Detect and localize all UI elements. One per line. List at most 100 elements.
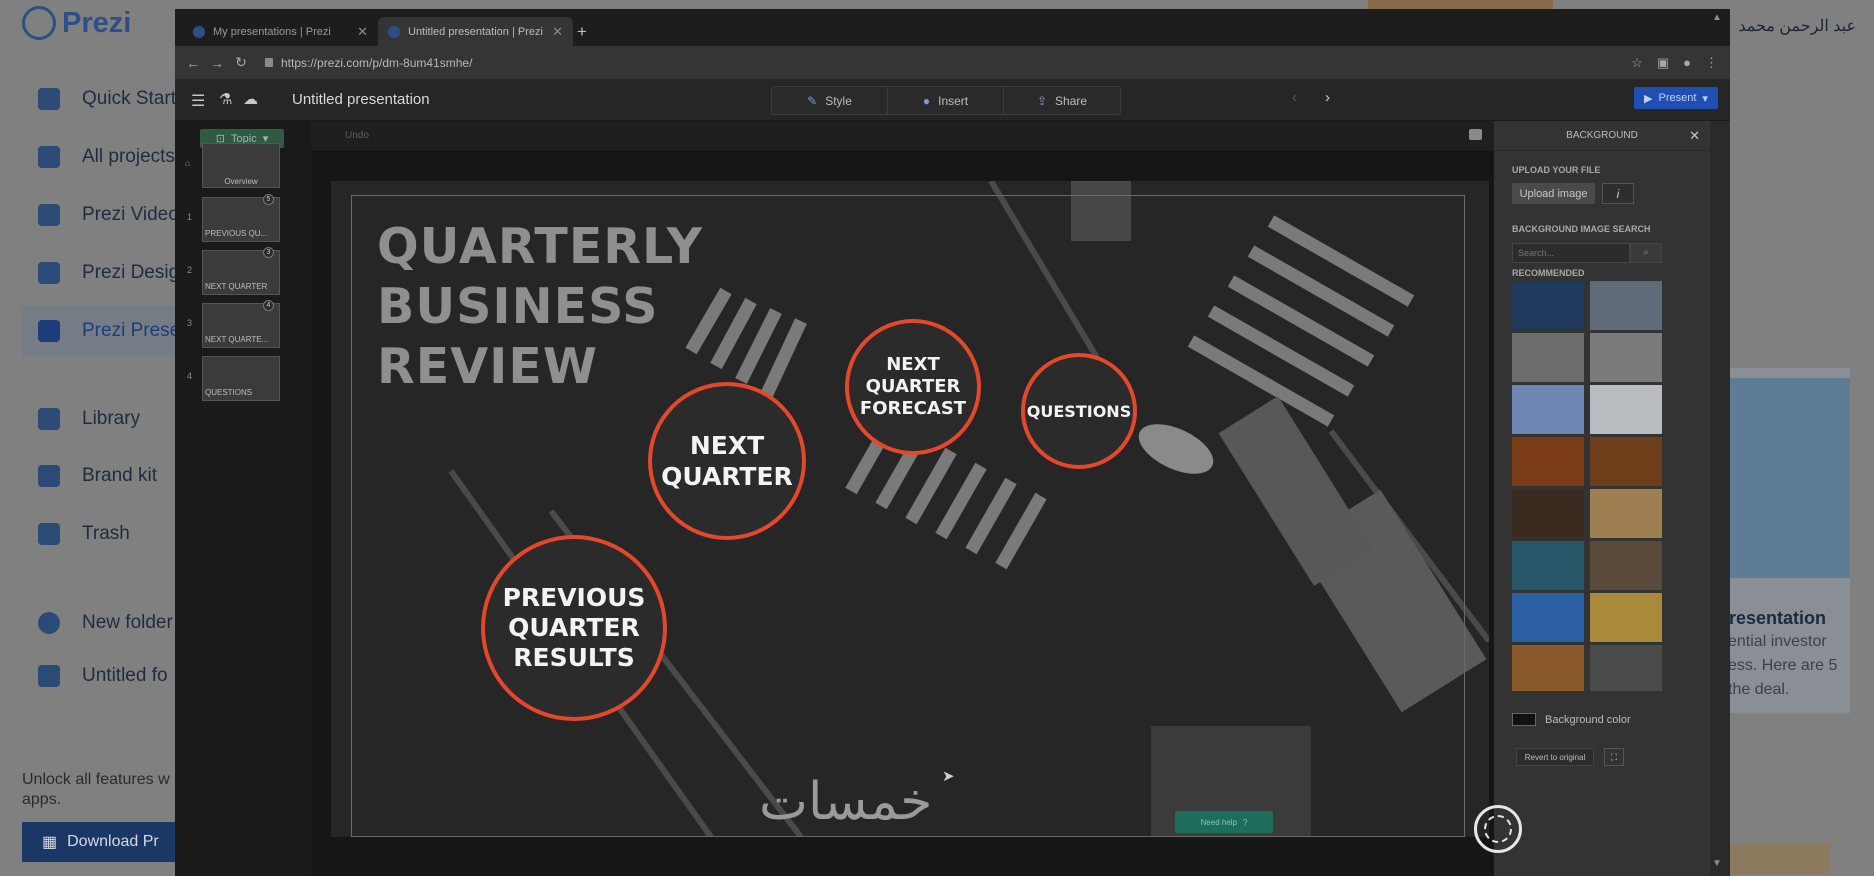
thumbnail-label: PREVIOUS QU... [205,229,268,238]
background-tile[interactable] [1590,489,1662,538]
thumbnail-2[interactable]: 3 NEXT QUARTER [202,247,280,295]
background-tile[interactable] [1512,385,1584,434]
nav-new-folder[interactable]: New folder [38,612,173,634]
scroll-up-icon[interactable]: ▲ [1712,12,1722,23]
previous-step-icon[interactable]: ‹ [1292,89,1297,106]
nav-library[interactable]: Library [38,408,140,430]
upload-image-button[interactable]: Upload image [1512,183,1595,204]
back-icon[interactable]: ← [181,55,205,71]
card-text: ential investor ess. Here are 5 the deal… [1728,633,1838,698]
tab-label: Untitled presentation | Prezi [408,25,543,38]
tab-my-presentations[interactable]: My presentations | Prezi ✕ [183,17,378,46]
background-tile[interactable] [1512,437,1584,486]
thumbnail-1[interactable]: 5 PREVIOUS QU... [202,194,280,242]
nav-prezi-video[interactable]: Prezi Video [38,204,179,226]
forward-icon[interactable]: → [205,55,229,71]
profile-icon[interactable]: ● [1683,55,1691,71]
undo-button[interactable]: Undo [345,130,369,141]
watermark-logo: خمسات [759,772,933,832]
thumbnail-3[interactable]: 4 NEXT QUARTE... [202,300,280,348]
background-tile[interactable] [1590,385,1662,434]
nav-brand-kit[interactable]: Brand kit [38,465,157,487]
download-button[interactable]: ▦ Download Pr [22,822,182,862]
slide-canvas[interactable]: QUARTERLY BUSINESS REVIEW PREVIOUS QUART… [331,181,1489,837]
upload-section-label: UPLOAD YOUR FILE [1512,165,1601,175]
nav-prezi-design[interactable]: Prezi Design [38,262,190,284]
revert-to-original-button[interactable]: Revert to original [1516,748,1594,766]
slide-title[interactable]: QUARTERLY BUSINESS REVIEW [377,217,703,397]
topic-circle-next-quarter[interactable]: NEXT QUARTER [648,382,806,540]
extension-icon[interactable]: ▣ [1657,55,1669,71]
color-swatch[interactable] [1512,713,1536,726]
play-icon: ▶ [1644,92,1653,105]
share-button[interactable]: ⇪ Share [1004,87,1120,114]
nav-prezi-present[interactable]: Prezi Prese [38,320,180,342]
nav-untitled-folder[interactable]: Untitled fo [38,665,168,687]
prezi-assistant-icon[interactable] [1474,805,1522,853]
background-tile[interactable] [1512,281,1584,330]
next-step-icon[interactable]: › [1325,89,1330,106]
flask-icon[interactable]: ⚗ [219,90,232,108]
nav-all-projects[interactable]: All projects [38,146,175,168]
thumbnail-4[interactable]: QUESTIONS [202,356,280,401]
close-icon[interactable]: ✕ [1689,128,1700,144]
help-icon: ? [1243,817,1248,827]
recommended-section-label: RECOMMENDED [1512,268,1585,278]
background-tile[interactable] [1590,541,1662,590]
topic-circle-forecast[interactable]: NEXT QUARTER FORECAST [845,319,981,455]
nav-label: Quick Start [82,88,176,109]
browser-window: My presentations | Prezi ✕ Untitled pres… [175,9,1730,876]
prezi-logo-icon [22,6,56,40]
background-tile[interactable] [1590,333,1662,382]
insert-button[interactable]: ● Insert [888,87,1004,114]
cloud-icon[interactable]: ☁ [243,90,258,108]
topic-circle-questions[interactable]: QUESTIONS [1021,353,1137,469]
undo-bar: Undo [311,121,1494,152]
star-icon[interactable]: ☆ [1631,55,1643,71]
thumbnail-label: NEXT QUARTER [205,282,268,291]
background-panel: BACKGROUND ✕ UPLOAD YOUR FILE Upload ima… [1494,121,1710,876]
brush-icon: ✎ [807,93,818,108]
title-line: REVIEW [377,338,598,395]
info-button[interactable]: i [1602,183,1634,204]
close-icon[interactable]: ✕ [552,24,563,40]
background-tile[interactable] [1512,541,1584,590]
need-help-button[interactable]: Need help ? [1175,811,1273,833]
comment-icon[interactable] [1469,129,1482,140]
background-tile[interactable] [1512,593,1584,642]
style-button[interactable]: ✎ Style [772,87,888,114]
background-color-control[interactable]: Background color [1512,713,1631,726]
background-tile[interactable] [1590,593,1662,642]
url-field[interactable]: https://prezi.com/p/dm-8um41smhe/ [265,46,472,79]
circle-line: RESULTS [513,643,635,672]
background-tile[interactable] [1512,489,1584,538]
nav-trash[interactable]: Trash [38,523,130,545]
present-button[interactable]: ▶ Present ▾ [1634,87,1718,109]
reload-icon[interactable]: ↻ [229,54,253,71]
tab-untitled-presentation[interactable]: Untitled presentation | Prezi ✕ [378,17,573,46]
tab-label: My presentations | Prezi [213,25,331,38]
fullscreen-icon[interactable]: ⛶ [1604,748,1624,766]
background-tile[interactable] [1590,281,1662,330]
background-search-input[interactable] [1512,243,1630,263]
background-tile[interactable] [1590,645,1662,691]
presentation-title[interactable]: Untitled presentation [292,91,430,108]
nav-label: Prezi Video [82,204,179,225]
background-tile[interactable] [1590,437,1662,486]
thumbnail-overview[interactable]: Overview [202,143,280,188]
nav-quick-start[interactable]: Quick Start [38,88,176,110]
topic-circle-previous-quarter[interactable]: PREVIOUS QUARTER RESULTS [481,535,667,721]
brand-kit-icon [38,465,60,487]
window-scrollbar[interactable] [1710,121,1730,876]
background-tile[interactable] [1512,333,1584,382]
card-thumbnail [1712,378,1850,578]
quick-start-icon [38,88,60,110]
kebab-menu-icon[interactable]: ⋮ [1705,55,1718,71]
canvas-area: Undo QUARTERLY BUSINESS REVIEW PREVIOUS … [311,121,1494,876]
scroll-down-icon[interactable]: ▼ [1712,858,1722,869]
search-icon[interactable]: ⌕ [1630,243,1662,263]
close-icon[interactable]: ✕ [357,24,368,40]
background-tile[interactable] [1512,645,1584,691]
new-tab-icon[interactable]: + [577,22,587,42]
hamburger-menu-icon[interactable]: ☰ [191,91,205,111]
